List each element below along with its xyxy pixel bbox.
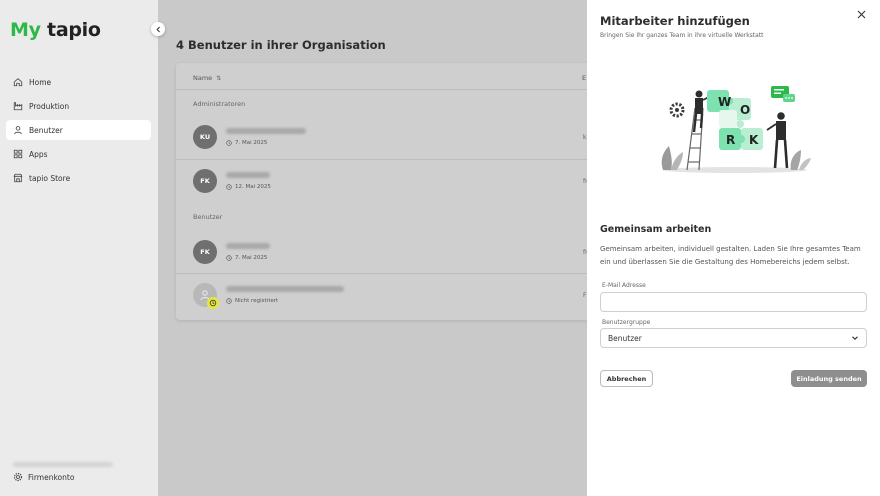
last-login: 7. Mai 2025 bbox=[226, 255, 267, 261]
sidebar-item-label: Benutzer bbox=[29, 125, 63, 135]
column-header-email[interactable]: E bbox=[582, 74, 586, 82]
cancel-button[interactable]: Abbrechen bbox=[600, 370, 653, 387]
close-icon bbox=[857, 10, 865, 18]
section-description: Gemeinsam arbeiten, individuell gestalte… bbox=[600, 245, 861, 266]
sidebar-item-label: Home bbox=[29, 77, 52, 87]
sidebar-item-tapio-store[interactable]: tapio Store bbox=[6, 168, 151, 188]
sort-icon: ⇅ bbox=[216, 74, 222, 82]
clock-icon bbox=[226, 184, 232, 190]
last-login-date: 7. Mai 2025 bbox=[235, 255, 268, 261]
illustration-letter-w: W bbox=[718, 95, 731, 109]
panel-title: Mitarbeiter hinzufügen bbox=[600, 14, 750, 28]
user-icon bbox=[14, 126, 22, 135]
logo-my: My bbox=[10, 19, 41, 41]
add-employee-panel: Mitarbeiter hinzufügen Bringen Sie Ihr g… bbox=[587, 0, 880, 496]
logo-tapio: tapio bbox=[47, 19, 101, 41]
apps-grid-icon bbox=[13, 149, 23, 159]
sidebar-item-label: Produktion bbox=[29, 101, 70, 111]
last-login: 12. Mai 2025 bbox=[226, 184, 271, 190]
group-label-admins: Administratoren bbox=[193, 100, 246, 108]
table-row[interactable]: FK 12. Mai 2025 fr bbox=[176, 160, 596, 202]
column-header-name-label: Name bbox=[193, 74, 213, 82]
last-login-date: 7. Mai 2025 bbox=[235, 140, 268, 146]
blurred-email bbox=[13, 462, 113, 467]
sidebar-item-produktion[interactable]: Produktion bbox=[6, 96, 151, 116]
column-header-name[interactable]: Name ⇅ bbox=[193, 74, 221, 82]
sidebar-item-home[interactable]: Home bbox=[6, 72, 151, 92]
chevron-left-icon bbox=[155, 26, 160, 32]
user-group-value: Benutzer bbox=[608, 333, 642, 343]
pending-invite-badge bbox=[207, 297, 219, 309]
sidebar-item-apps[interactable]: Apps bbox=[6, 144, 151, 164]
illustration-letter-o: O bbox=[740, 103, 750, 117]
registration-status: Nicht registriert bbox=[226, 298, 278, 304]
home-icon bbox=[13, 78, 23, 87]
collapse-sidebar-button[interactable] bbox=[151, 22, 165, 36]
chevron-down-icon bbox=[852, 336, 858, 340]
sidebar-item-label: tapio Store bbox=[29, 173, 71, 183]
clock-icon bbox=[226, 255, 232, 261]
email-cell: k bbox=[583, 134, 587, 141]
user-group-label: Benutzergruppe bbox=[602, 319, 651, 326]
divider bbox=[176, 89, 596, 90]
clock-icon bbox=[226, 298, 232, 304]
table-row[interactable]: Nicht registriert F bbox=[176, 274, 596, 316]
close-panel-button[interactable] bbox=[855, 8, 867, 20]
gear-icon bbox=[669, 102, 685, 118]
app-logo[interactable]: My tapio bbox=[10, 19, 101, 41]
table-row[interactable]: FK 7. Mai 2025 fr bbox=[176, 231, 596, 273]
blurred-name bbox=[226, 172, 270, 178]
registration-status-text: Nicht registriert bbox=[235, 298, 279, 304]
table-row[interactable]: KU 7. Mai 2025 k bbox=[176, 116, 596, 158]
history-icon bbox=[209, 299, 217, 307]
blurred-name bbox=[226, 243, 270, 249]
company-account-link[interactable]: Firmenkonto bbox=[13, 472, 153, 482]
sidebar: My tapio Home Produktion Benutzer Apps t… bbox=[0, 0, 158, 496]
panel-subtitle: Bringen Sie Ihr ganzes Team in ihre virt… bbox=[600, 32, 764, 39]
user-group-select[interactable]: Benutzer bbox=[600, 328, 867, 348]
group-label-users: Benutzer bbox=[193, 213, 223, 221]
sidebar-item-benutzer[interactable]: Benutzer bbox=[6, 120, 151, 140]
sidebar-nav: Home Produktion Benutzer Apps tapio Stor… bbox=[6, 72, 151, 192]
last-login-date: 12. Mai 2025 bbox=[235, 184, 271, 190]
avatar: KU bbox=[193, 125, 217, 149]
gear-icon bbox=[13, 472, 23, 482]
email-field-label: E-Mail Adresse bbox=[602, 282, 646, 289]
sidebar-item-label: Apps bbox=[29, 149, 48, 159]
email-field[interactable] bbox=[600, 292, 867, 312]
chat-icon bbox=[771, 86, 795, 102]
blurred-name bbox=[226, 128, 306, 134]
avatar: FK bbox=[193, 240, 217, 264]
store-icon bbox=[13, 173, 23, 183]
illustration-letter-r: R bbox=[726, 133, 735, 147]
work-illustration: W O R K bbox=[661, 86, 811, 173]
illustration-letter-k: K bbox=[749, 133, 759, 147]
email-cell: F bbox=[583, 292, 587, 299]
company-account-label: Firmenkonto bbox=[28, 472, 75, 482]
send-invitation-button[interactable]: Einladung senden bbox=[791, 370, 867, 387]
last-login: 7. Mai 2025 bbox=[226, 140, 267, 146]
main-content: 4 Benutzer in ihrer Organisation Name ⇅ … bbox=[158, 0, 596, 496]
blurred-name bbox=[226, 286, 344, 292]
avatar: FK bbox=[193, 169, 217, 193]
sidebar-footer: Firmenkonto bbox=[13, 462, 153, 482]
page-title: 4 Benutzer in ihrer Organisation bbox=[176, 38, 386, 52]
clock-icon bbox=[226, 140, 232, 146]
section-title: Gemeinsam arbeiten bbox=[600, 224, 712, 235]
users-table: Name ⇅ E Administratoren KU 7. Mai 2025 … bbox=[176, 63, 596, 320]
factory-icon bbox=[13, 102, 23, 111]
